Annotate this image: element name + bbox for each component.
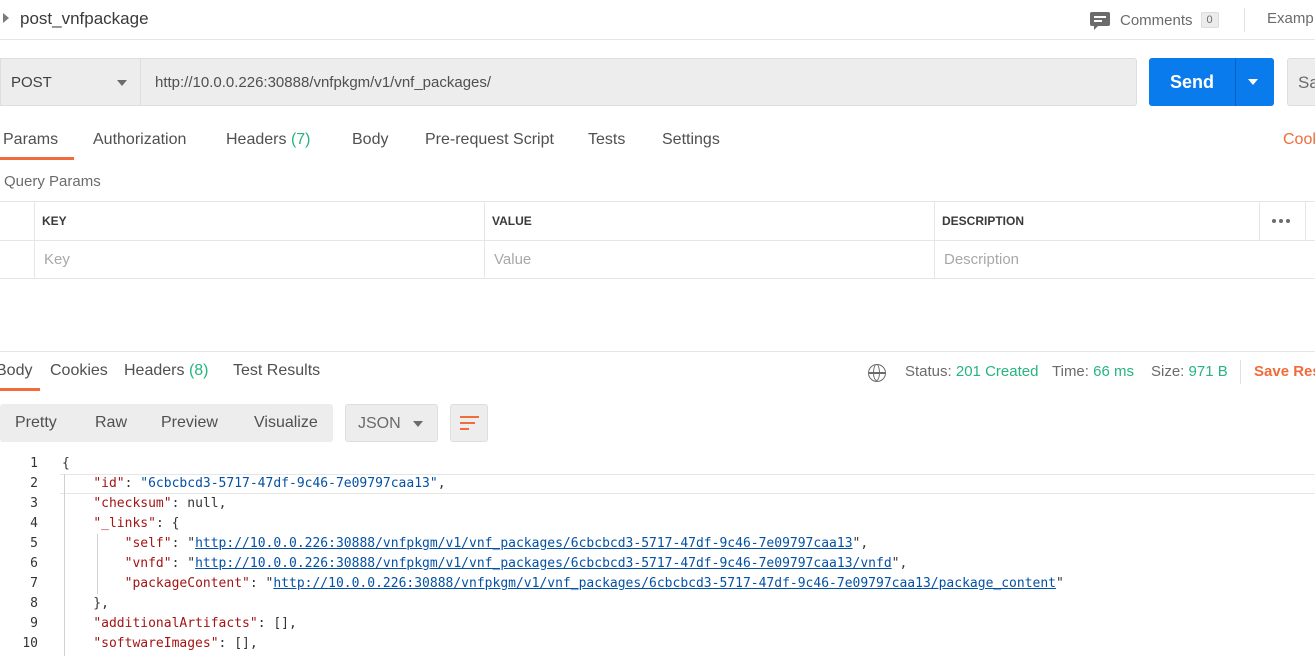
comments-count-badge: 0 [1200, 12, 1219, 28]
headers-count: (7) [290, 131, 311, 148]
more-options-icon[interactable] [1272, 219, 1290, 223]
view-mode-toolbar: Pretty Raw Preview Visualize [0, 404, 333, 442]
line-number: 4 [30, 516, 38, 531]
code-line: "additionalArtifacts": [], [93, 616, 297, 631]
save-button[interactable]: Sa [1287, 58, 1315, 106]
status-info: Status: 201 Created [905, 363, 1039, 380]
send-label: Send [1169, 72, 1214, 92]
tab-params[interactable]: Params [3, 131, 58, 149]
self-link[interactable]: http://10.0.0.226:30888/vnfpkgm/v1/vnf_p… [195, 536, 852, 551]
save-response-button[interactable]: Save Res [1254, 363, 1315, 380]
query-params-label: Query Params [4, 173, 101, 190]
send-button[interactable]: Send [1149, 58, 1274, 106]
line-number: 10 [22, 636, 38, 651]
response-body-code: 1 2 3 4 5 6 7 8 9 10 { "id": "6cbcbcd3-5… [0, 454, 1315, 656]
tab-response-cookies[interactable]: Cookies [50, 362, 108, 380]
send-divider [1235, 58, 1236, 106]
format-select[interactable]: JSON [345, 404, 438, 442]
response-divider [0, 351, 1315, 352]
tab-response-headers[interactable]: Headers (8) [124, 362, 209, 380]
tab-response-body[interactable]: Body [0, 362, 32, 380]
save-label: Sa [1298, 73, 1315, 92]
line-number: 6 [30, 556, 38, 571]
url-value: http://10.0.0.226:30888/vnfpkgm/v1/vnf_p… [155, 74, 492, 91]
line-number: 1 [30, 456, 38, 471]
send-options-chevron-icon[interactable] [1248, 79, 1258, 85]
code-line: }, [62, 596, 109, 611]
package-content-link[interactable]: http://10.0.0.226:30888/vnfpkgm/v1/vnf_p… [273, 576, 1056, 591]
query-params-table: KEY VALUE DESCRIPTION Key Value Descript… [0, 201, 1315, 279]
column-header-key: KEY [42, 214, 67, 228]
code-line: "_links": { [93, 516, 180, 531]
vnfd-link[interactable]: http://10.0.0.226:30888/vnfpkgm/v1/vnf_p… [195, 556, 892, 571]
code-line: "self": "http://10.0.0.226:30888/vnfpkgm… [124, 536, 869, 551]
active-response-tab-indicator [0, 388, 40, 391]
format-label: JSON [358, 415, 401, 432]
url-input[interactable]: http://10.0.0.226:30888/vnfpkgm/v1/vnf_p… [140, 58, 1137, 106]
size-value: 971 B [1188, 363, 1228, 380]
tab-tests[interactable]: Tests [588, 131, 625, 149]
tab-body[interactable]: Body [352, 131, 388, 149]
comments-label: Comments [1120, 11, 1193, 29]
code-line: "softwareImages": [], [93, 636, 258, 651]
code-line: { [62, 456, 70, 471]
code-line: "vnfd": "http://10.0.0.226:30888/vnfpkgm… [124, 556, 908, 571]
tab-authorization[interactable]: Authorization [93, 131, 186, 149]
chevron-down-icon [117, 80, 127, 86]
code-line: "checksum": null, [93, 496, 227, 511]
line-number: 8 [30, 596, 38, 611]
value-input[interactable]: Value [494, 251, 531, 268]
response-headers-count: (8) [188, 362, 209, 379]
cookies-link[interactable]: Cook [1283, 131, 1315, 149]
time-value: 66 ms [1093, 363, 1134, 380]
status-value: 201 Created [955, 363, 1039, 380]
key-input[interactable]: Key [44, 251, 70, 268]
title-bar: post_vnfpackage Comments 0 Examp [0, 0, 1315, 40]
line-number: 2 [30, 476, 38, 491]
method-label: POST [11, 74, 52, 91]
method-select[interactable]: POST [0, 58, 140, 106]
view-visualize-button[interactable]: Visualize [254, 414, 318, 432]
column-header-description: DESCRIPTION [942, 214, 1025, 228]
line-number: 5 [30, 536, 38, 551]
examples-button[interactable]: Examp [1267, 10, 1314, 27]
view-raw-button[interactable]: Raw [95, 414, 127, 432]
expand-caret-icon[interactable] [3, 13, 9, 23]
code-line: "packageContent": "http://10.0.0.226:308… [124, 576, 1064, 591]
view-preview-button[interactable]: Preview [161, 414, 218, 432]
tab-test-results[interactable]: Test Results [233, 362, 320, 380]
line-number: 9 [30, 616, 38, 631]
view-pretty-button[interactable]: Pretty [15, 414, 57, 432]
description-input[interactable]: Description [944, 251, 1019, 268]
globe-icon[interactable] [868, 364, 886, 382]
status-divider [1240, 360, 1241, 384]
comments-button[interactable]: Comments 0 [1090, 8, 1219, 32]
time-info: Time: 66 ms [1052, 363, 1134, 380]
line-number: 7 [30, 576, 38, 591]
chevron-down-icon [413, 421, 423, 427]
code-line: "id": "6cbcbcd3-5717-47df-9c46-7e09797ca… [93, 476, 446, 491]
comment-icon [1090, 11, 1110, 30]
tab-headers[interactable]: Headers (7) [226, 131, 311, 149]
line-number: 3 [30, 496, 38, 511]
active-tab-indicator [0, 157, 74, 160]
column-header-value: VALUE [492, 214, 532, 228]
tab-settings[interactable]: Settings [662, 131, 720, 149]
tab-pre-request-script[interactable]: Pre-request Script [425, 131, 554, 149]
request-title[interactable]: post_vnfpackage [20, 9, 149, 29]
header-divider [1244, 8, 1245, 32]
size-info: Size: 971 B [1151, 363, 1228, 380]
wrap-lines-icon[interactable] [450, 404, 488, 442]
